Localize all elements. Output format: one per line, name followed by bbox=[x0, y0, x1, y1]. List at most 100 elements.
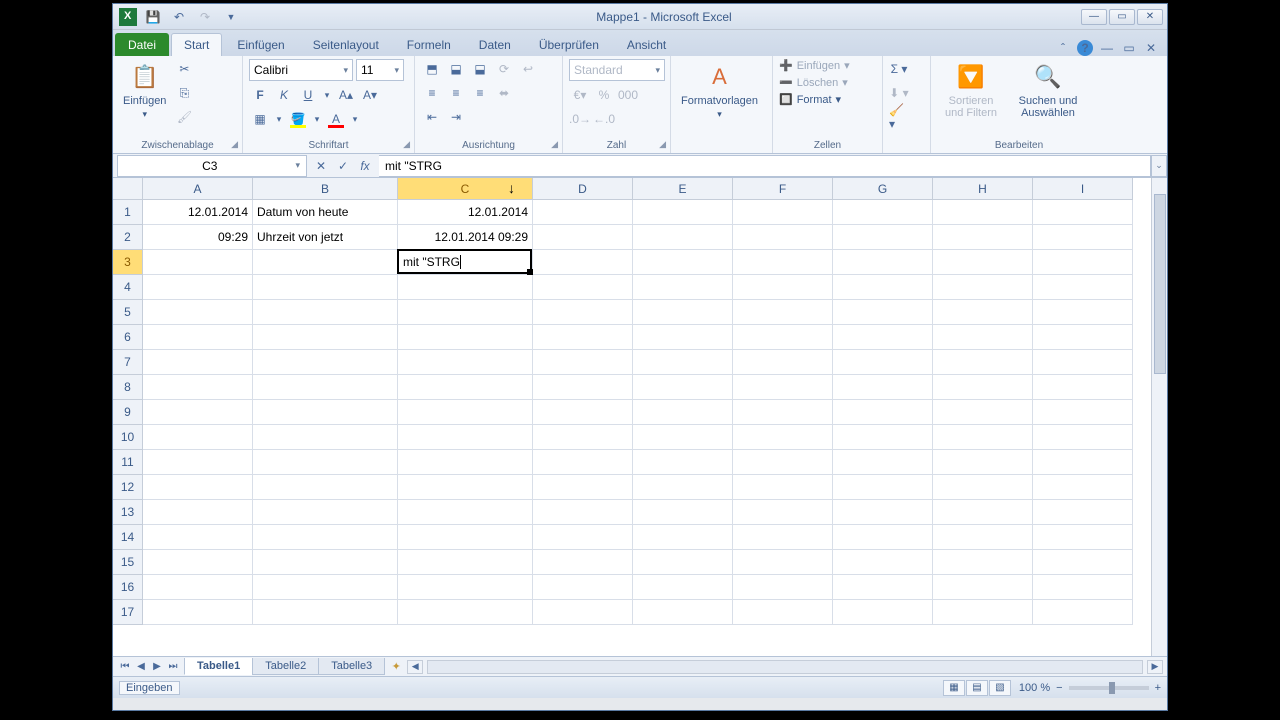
cell-F6[interactable] bbox=[733, 325, 833, 350]
tab-seitenlayout[interactable]: Seitenlayout bbox=[300, 33, 392, 56]
col-header-H[interactable]: H bbox=[933, 178, 1033, 200]
col-header-G[interactable]: G bbox=[833, 178, 933, 200]
row-header-11[interactable]: 11 bbox=[113, 450, 143, 475]
dialog-launcher-icon[interactable]: ◢ bbox=[551, 139, 558, 150]
cell-E17[interactable] bbox=[633, 600, 733, 625]
cell-H11[interactable] bbox=[933, 450, 1033, 475]
cell-A9[interactable] bbox=[143, 400, 253, 425]
cell-C15[interactable] bbox=[398, 550, 533, 575]
cell-C9[interactable] bbox=[398, 400, 533, 425]
cell-I12[interactable] bbox=[1033, 475, 1133, 500]
cell-C5[interactable] bbox=[398, 300, 533, 325]
cell-I7[interactable] bbox=[1033, 350, 1133, 375]
format-painter-icon[interactable]: 🖌 bbox=[174, 107, 194, 127]
cell-A7[interactable] bbox=[143, 350, 253, 375]
cell-A11[interactable] bbox=[143, 450, 253, 475]
cell-D12[interactable] bbox=[533, 475, 633, 500]
row-header-2[interactable]: 2 bbox=[113, 225, 143, 250]
align-center-icon[interactable]: ≡ bbox=[445, 83, 467, 103]
increase-decimal-icon[interactable]: .0→ bbox=[569, 109, 591, 129]
cell-D2[interactable] bbox=[533, 225, 633, 250]
cell-E15[interactable] bbox=[633, 550, 733, 575]
cell-E11[interactable] bbox=[633, 450, 733, 475]
cell-G12[interactable] bbox=[833, 475, 933, 500]
fill-color-icon[interactable]: 🪣 bbox=[287, 109, 309, 129]
cell-D6[interactable] bbox=[533, 325, 633, 350]
cut-icon[interactable]: ✂ bbox=[174, 59, 194, 79]
cell-B13[interactable] bbox=[253, 500, 398, 525]
align-middle-icon[interactable]: ⬓ bbox=[445, 59, 467, 79]
vertical-scrollbar[interactable] bbox=[1151, 178, 1167, 656]
cell-F9[interactable] bbox=[733, 400, 833, 425]
cell-F7[interactable] bbox=[733, 350, 833, 375]
cell-D11[interactable] bbox=[533, 450, 633, 475]
cell-D15[interactable] bbox=[533, 550, 633, 575]
cell-G1[interactable] bbox=[833, 200, 933, 225]
underline-button[interactable]: U bbox=[297, 85, 319, 105]
cell-D4[interactable] bbox=[533, 275, 633, 300]
cell-B7[interactable] bbox=[253, 350, 398, 375]
cell-C1[interactable]: 12.01.2014 bbox=[398, 200, 533, 225]
number-format-combo[interactable]: Standard▾ bbox=[569, 59, 665, 81]
font-size-combo[interactable]: 11▾ bbox=[356, 59, 404, 81]
help-icon[interactable]: ? bbox=[1077, 40, 1093, 56]
col-header-I[interactable]: I bbox=[1033, 178, 1133, 200]
cell-A16[interactable] bbox=[143, 575, 253, 600]
merge-icon[interactable]: ⬌ bbox=[493, 83, 515, 103]
col-header-F[interactable]: F bbox=[733, 178, 833, 200]
maximize-button[interactable]: ▭ bbox=[1109, 9, 1135, 25]
underline-dropdown-icon[interactable]: ▾ bbox=[321, 85, 333, 105]
cell-H6[interactable] bbox=[933, 325, 1033, 350]
cell-A4[interactable] bbox=[143, 275, 253, 300]
cell-G2[interactable] bbox=[833, 225, 933, 250]
cell-E2[interactable] bbox=[633, 225, 733, 250]
zoom-slider[interactable] bbox=[1069, 686, 1149, 690]
enter-icon[interactable]: ✓ bbox=[333, 156, 353, 176]
horizontal-scrollbar[interactable]: ◀▶ bbox=[407, 660, 1167, 674]
copy-icon[interactable]: ⎘ bbox=[174, 83, 194, 103]
align-left-icon[interactable]: ≡ bbox=[421, 83, 443, 103]
cell-B5[interactable] bbox=[253, 300, 398, 325]
cell-I16[interactable] bbox=[1033, 575, 1133, 600]
cell-E7[interactable] bbox=[633, 350, 733, 375]
col-header-B[interactable]: B bbox=[253, 178, 398, 200]
font-color-icon[interactable]: A bbox=[325, 109, 347, 129]
cell-F12[interactable] bbox=[733, 475, 833, 500]
cell-I14[interactable] bbox=[1033, 525, 1133, 550]
cell-F4[interactable] bbox=[733, 275, 833, 300]
zoom-level[interactable]: 100 % bbox=[1019, 682, 1050, 694]
cell-A10[interactable] bbox=[143, 425, 253, 450]
cell-I9[interactable] bbox=[1033, 400, 1133, 425]
cell-E3[interactable] bbox=[633, 250, 733, 275]
cell-B11[interactable] bbox=[253, 450, 398, 475]
cell-E14[interactable] bbox=[633, 525, 733, 550]
cell-F17[interactable] bbox=[733, 600, 833, 625]
formatvorlagen-button[interactable]: A Formatvorlagen ▾ bbox=[677, 59, 762, 122]
row-header-4[interactable]: 4 bbox=[113, 275, 143, 300]
cell-F11[interactable] bbox=[733, 450, 833, 475]
cell-H8[interactable] bbox=[933, 375, 1033, 400]
minimize-button[interactable]: — bbox=[1081, 9, 1107, 25]
redo-icon[interactable]: ↷ bbox=[195, 7, 215, 27]
cell-H9[interactable] bbox=[933, 400, 1033, 425]
cell-G13[interactable] bbox=[833, 500, 933, 525]
workbook-restore-icon[interactable]: ▭ bbox=[1121, 40, 1137, 56]
row-header-16[interactable]: 16 bbox=[113, 575, 143, 600]
cell-F5[interactable] bbox=[733, 300, 833, 325]
cell-I5[interactable] bbox=[1033, 300, 1133, 325]
name-box[interactable]: C3▾ bbox=[117, 155, 307, 177]
cell-E13[interactable] bbox=[633, 500, 733, 525]
cell-G14[interactable] bbox=[833, 525, 933, 550]
cell-G7[interactable] bbox=[833, 350, 933, 375]
cell-D5[interactable] bbox=[533, 300, 633, 325]
cell-I8[interactable] bbox=[1033, 375, 1133, 400]
select-all-corner[interactable] bbox=[113, 178, 143, 200]
row-header-1[interactable]: 1 bbox=[113, 200, 143, 225]
sheet-tab-3[interactable]: Tabelle3 bbox=[318, 658, 385, 675]
cell-C6[interactable] bbox=[398, 325, 533, 350]
last-sheet-icon[interactable]: ⏭ bbox=[165, 659, 181, 675]
tab-daten[interactable]: Daten bbox=[466, 33, 524, 56]
cell-A6[interactable] bbox=[143, 325, 253, 350]
active-cell[interactable]: mit "STRG bbox=[397, 249, 532, 274]
worksheet-grid[interactable]: ABCDEFGHI112.01.2014Datum von heute12.01… bbox=[113, 178, 1167, 656]
